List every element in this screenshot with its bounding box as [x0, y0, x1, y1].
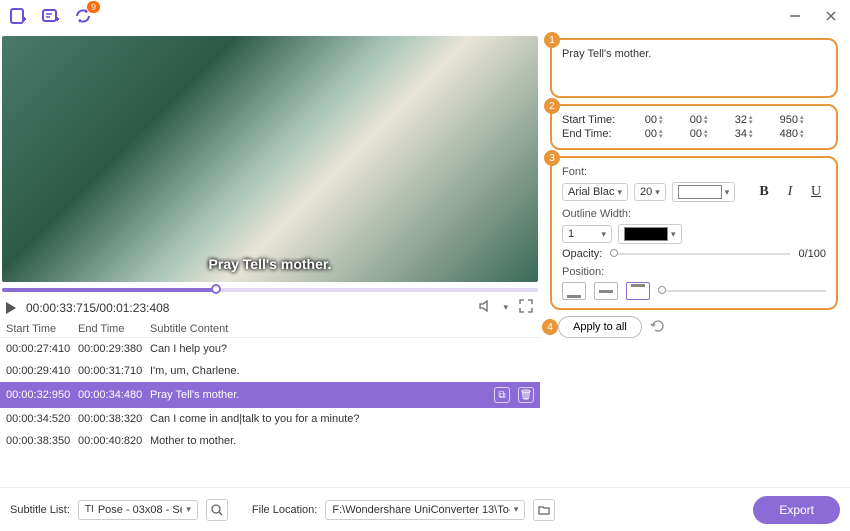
end-h[interactable]: 00	[630, 128, 658, 140]
title-bar: 9	[0, 0, 850, 32]
start-s[interactable]: 32	[720, 114, 748, 126]
spinner-icon[interactable]: ▴▾	[704, 115, 714, 125]
video-caption: Pray Tell's mother.	[209, 256, 332, 272]
spinner-icon[interactable]: ▴▾	[749, 115, 759, 125]
end-ms[interactable]: 480	[765, 128, 799, 140]
progress-bar[interactable]	[2, 288, 538, 292]
bold-button[interactable]: B	[754, 182, 774, 202]
add-subtitle-icon[interactable]	[40, 5, 62, 27]
video-preview[interactable]: Pray Tell's mother.	[2, 36, 538, 282]
outline-label: Outline Width:	[562, 208, 826, 220]
file-location-input[interactable]: F:\Wondershare UniConverter 13\To-bur ▾	[325, 500, 525, 520]
spinner-icon[interactable]: ▴▾	[800, 129, 810, 139]
position-top-button[interactable]	[626, 282, 650, 300]
table-row[interactable]: 00:00:29:41000:00:31:710I'm, um, Charlen…	[0, 360, 540, 382]
playback-time: 00:00:33:715/00:01:23:408	[26, 301, 169, 315]
export-button[interactable]: Export	[753, 496, 840, 524]
spinner-icon[interactable]: ▴▾	[659, 129, 669, 139]
font-panel: 3 Font: Arial Blac▾ 20▾ ▾ B I U Outline …	[550, 156, 838, 310]
delete-icon[interactable]: 🗑	[518, 387, 534, 403]
table-row[interactable]: 00:00:32:950 00:00:34:480 Pray Tell's mo…	[0, 382, 540, 408]
subtitle-list-select[interactable]: TI Pose - 03x08 - Ser... ▾	[78, 500, 198, 520]
minimize-icon[interactable]	[784, 5, 806, 27]
col-end-header: End Time	[78, 323, 150, 335]
file-location-label: File Location:	[252, 504, 317, 516]
opacity-slider[interactable]	[610, 253, 790, 255]
subtitle-text-panel[interactable]: 1 Pray Tell's mother.	[550, 38, 838, 98]
search-subtitle-icon[interactable]	[206, 499, 228, 521]
font-size-select[interactable]: 20▾	[634, 183, 666, 201]
opacity-label: Opacity:	[562, 248, 602, 260]
volume-chevron-icon[interactable]: ▾	[503, 302, 508, 313]
table-row[interactable]: 00:00:38:35000:00:40:820Mother to mother…	[0, 430, 540, 452]
start-ms[interactable]: 950	[765, 114, 799, 126]
subtitle-list-label: Subtitle List:	[10, 504, 70, 516]
step-3-badge: 3	[544, 150, 560, 166]
end-time-label: End Time:	[562, 128, 624, 140]
apply-to-all-button[interactable]: Apply to all	[558, 316, 642, 338]
position-middle-button[interactable]	[594, 282, 618, 300]
spinner-icon[interactable]: ▴▾	[659, 115, 669, 125]
position-bottom-button[interactable]	[562, 282, 586, 300]
table-row[interactable]: 00:00:27:41000:00:29:380Can I help you?	[0, 338, 540, 360]
font-color-select[interactable]: ▾	[672, 182, 736, 202]
outline-color-select[interactable]: ▾	[618, 224, 682, 244]
subtitle-table: Start Time End Time Subtitle Content 00:…	[0, 321, 540, 487]
volume-icon[interactable]	[477, 298, 493, 317]
close-icon[interactable]	[820, 5, 842, 27]
footer: Subtitle List: TI Pose - 03x08 - Ser... …	[0, 487, 850, 531]
col-content-header: Subtitle Content	[150, 323, 534, 335]
play-button[interactable]	[6, 302, 16, 314]
underline-button[interactable]: U	[806, 182, 826, 202]
italic-button[interactable]: I	[780, 182, 800, 202]
step-2-badge: 2	[544, 98, 560, 114]
position-label: Position:	[562, 266, 826, 278]
spinner-icon[interactable]: ▴▾	[704, 129, 714, 139]
end-s[interactable]: 34	[720, 128, 748, 140]
start-h[interactable]: 00	[630, 114, 658, 126]
spinner-icon[interactable]: ▴▾	[749, 129, 759, 139]
font-label: Font:	[562, 166, 826, 178]
add-file-icon[interactable]	[8, 5, 30, 27]
start-time-label: Start Time:	[562, 114, 624, 126]
opacity-value: 0/100	[798, 248, 826, 260]
duplicate-icon[interactable]: ⧉	[494, 387, 510, 403]
step-4-badge: 4	[542, 319, 558, 335]
subtitle-text[interactable]: Pray Tell's mother.	[562, 48, 651, 60]
step-1-badge: 1	[544, 32, 560, 48]
fullscreen-icon[interactable]	[518, 298, 534, 317]
start-m[interactable]: 00	[675, 114, 703, 126]
sync-icon[interactable]: 9	[72, 5, 94, 27]
spinner-icon[interactable]: ▴▾	[800, 115, 810, 125]
font-family-select[interactable]: Arial Blac▾	[562, 183, 628, 201]
outline-width-select[interactable]: 1▾	[562, 225, 612, 243]
reset-icon[interactable]	[650, 318, 666, 337]
table-row[interactable]: 00:00:34:52000:00:38:320Can I come in an…	[0, 408, 540, 430]
browse-folder-icon[interactable]	[533, 499, 555, 521]
col-start-header: Start Time	[6, 323, 78, 335]
badge-count: 9	[87, 1, 100, 13]
position-slider[interactable]	[658, 290, 826, 292]
time-panel: 2 Start Time: 00▴▾ 00▴▾ 32▴▾ 950▴▾ End T…	[550, 104, 838, 150]
end-m[interactable]: 00	[675, 128, 703, 140]
